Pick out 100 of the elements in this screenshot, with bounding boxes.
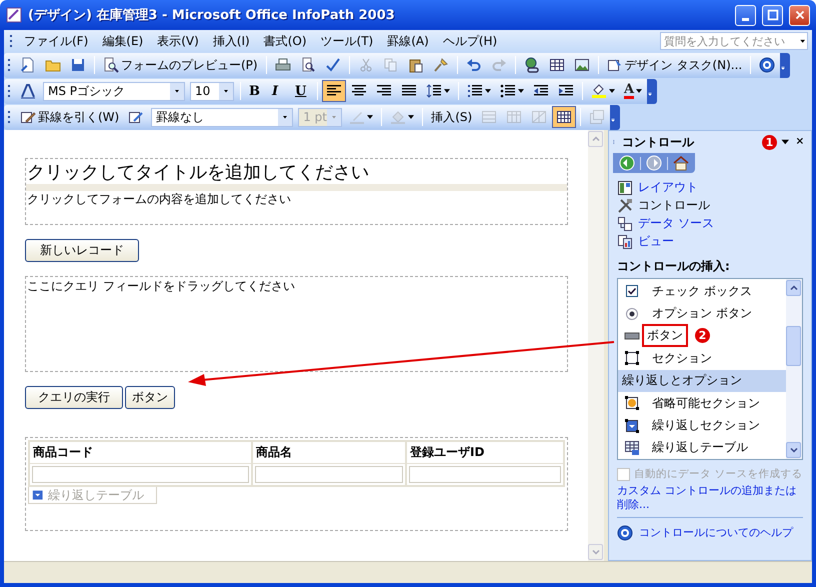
border-icon [128, 109, 144, 125]
table-icon [548, 57, 565, 73]
toolbar-button[interactable]: フォームのプレビュー(P) [99, 54, 262, 76]
dropdown-caret-icon [330, 113, 338, 121]
brush-icon [432, 57, 449, 73]
control-list-item[interactable]: 繰り返しテーブル [647, 436, 753, 460]
maximize-button[interactable] [762, 4, 783, 26]
dropdown-tab-icon [32, 488, 45, 502]
paint-bucket-icon [390, 109, 406, 125]
dropdown-caret-icon [222, 87, 230, 95]
scroll-down-button[interactable] [786, 442, 801, 458]
copy-icon [382, 57, 399, 73]
table-grid-icon [556, 109, 572, 125]
toolbar-button[interactable]: デザイン タスク(N)... [602, 54, 746, 76]
design-pane-icon [606, 57, 623, 73]
dropdown-field[interactable]: 罫線なし [151, 108, 294, 126]
control-list-item[interactable]: チェック ボックス [647, 280, 757, 303]
toolbar-button[interactable]: 罫線を引く(W) [16, 106, 124, 128]
checkmark-icon [324, 57, 341, 73]
dropdown-field[interactable]: MS Pゴシック [43, 82, 185, 100]
clipboard-icon [408, 57, 424, 73]
table-cell-field[interactable] [32, 466, 249, 483]
redo-arrow-icon [490, 57, 507, 73]
pane-link[interactable]: データ ソース [638, 215, 714, 232]
repeating-section-icon [624, 418, 640, 434]
pane-link[interactable]: ビュー [638, 233, 674, 250]
tag-label: 繰り返しテーブル [48, 486, 144, 504]
list-group-header: 繰り返しとオプション [618, 370, 786, 392]
menu-item[interactable]: ヘルプ(H) [436, 30, 504, 52]
maximize-icon [766, 8, 780, 22]
picture-icon [574, 57, 590, 73]
menu-item[interactable]: 表示(V) [150, 30, 206, 52]
help-question-field[interactable]: 質問を入力してください [660, 32, 808, 50]
pane-link[interactable]: コントロール [638, 197, 710, 214]
dropdown-field: 1 pt [298, 108, 342, 126]
table-rows-icon [481, 109, 498, 125]
control-list-item[interactable]: 省略可能セクション [647, 392, 765, 415]
checkbox-label: 自動的にデータ ソースを作成する [634, 467, 802, 481]
dropdown-field[interactable]: 10 [190, 82, 234, 100]
bulleted-list-icon [500, 83, 516, 99]
table-cell-field[interactable] [255, 466, 403, 483]
custom-controls-link[interactable]: カスタム コントロールの追加または削除... [609, 481, 811, 517]
line-spacing-icon [426, 83, 442, 99]
view-pages-icon [617, 234, 633, 250]
new-document-icon [20, 57, 36, 73]
back-button[interactable] [617, 154, 637, 172]
minimize-icon [742, 18, 749, 20]
table-properties-icon [589, 109, 606, 125]
menu-item[interactable]: 罫線(A) [380, 30, 436, 52]
menu-item[interactable]: 挿入(I) [206, 30, 257, 52]
toolbar-icon-button[interactable] [322, 80, 346, 102]
split-cells-icon [531, 109, 548, 125]
format-button[interactable]: U [291, 80, 313, 102]
magnifier-page-icon [103, 57, 119, 73]
tools-icon [617, 198, 633, 214]
help-icon [617, 525, 633, 541]
close-button[interactable] [789, 4, 810, 26]
magnifier-page-icon [300, 57, 316, 73]
optional-section-icon [624, 395, 640, 412]
table-cell-field[interactable] [409, 466, 561, 483]
form-button[interactable]: クエリの実行 [25, 386, 123, 409]
home-icon [673, 155, 689, 171]
font-color-button[interactable]: A [620, 80, 646, 102]
highlighter-icon [591, 83, 607, 99]
toolbar-button[interactable]: 挿入(S) [427, 106, 476, 128]
format-button[interactable]: I [268, 80, 290, 102]
form-button[interactable]: ボタン [125, 386, 175, 409]
format-button[interactable]: B [245, 80, 267, 102]
section-heading: コントロールの挿入: [616, 258, 731, 275]
pane-link[interactable]: レイアウト [638, 179, 698, 196]
scissors-icon [358, 57, 374, 73]
callout-number: 1 [762, 134, 777, 150]
menu-item[interactable]: ツール(T) [314, 30, 380, 52]
pencil-table-icon [20, 109, 36, 125]
query-placeholder-field[interactable]: ここにクエリ フィールドをドラッグしてください [26, 277, 567, 296]
menu-item[interactable]: 書式(O) [256, 30, 314, 52]
home-button[interactable] [671, 154, 691, 172]
toolbar-grip-icon [8, 111, 11, 123]
numbered-list-icon [467, 83, 483, 99]
task-pane-title: コントロール [622, 134, 696, 150]
new-record-button[interactable]: 新しいレコード [25, 239, 139, 262]
toolbar-icon-button[interactable] [552, 106, 576, 128]
toolbar-grip-icon [10, 35, 13, 47]
column-header: 商品コード [30, 442, 253, 464]
help-link[interactable]: コントロールについてのヘルプ [639, 526, 793, 540]
repeating-table-icon [624, 440, 640, 456]
scroll-thumb[interactable] [786, 326, 801, 366]
menu-item[interactable]: ファイル(F) [17, 30, 96, 52]
control-list-item[interactable]: オプション ボタン [647, 302, 757, 326]
control-list-item[interactable]: ボタン [642, 324, 688, 348]
title-placeholder-field[interactable]: クリックしてタイトルを追加してください [26, 159, 567, 184]
control-list-item[interactable]: セクション [647, 346, 717, 370]
scroll-up-button[interactable] [786, 280, 801, 296]
control-list-item[interactable]: 繰り返しセクション [647, 414, 765, 438]
layout-icon [617, 180, 633, 196]
table-columns-icon [506, 109, 522, 125]
content-placeholder-field[interactable]: クリックしてフォームの内容を追加してください [26, 191, 567, 224]
column-header: 商品名 [253, 442, 407, 464]
menu-item[interactable]: 編集(E) [95, 30, 150, 52]
minimize-button[interactable] [735, 4, 756, 26]
